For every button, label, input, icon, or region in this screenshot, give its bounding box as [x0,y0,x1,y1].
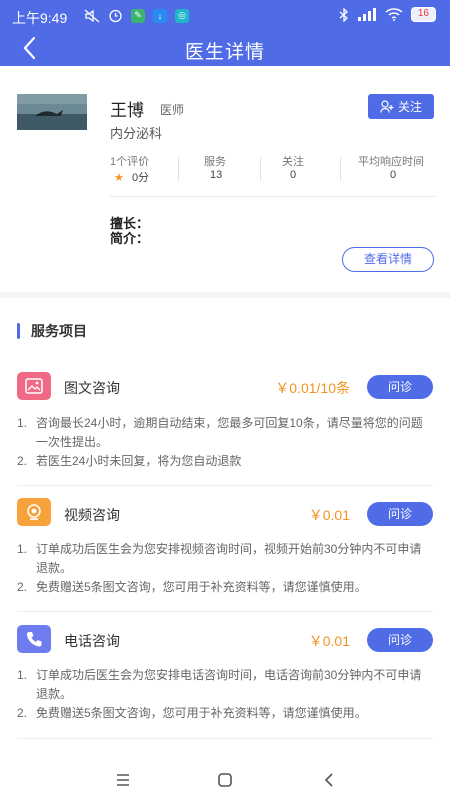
doctor-title: 医师 [160,103,185,117]
back-nav-icon[interactable] [318,768,342,792]
note-index: 1. [17,542,28,556]
section-title-text: 服务项目 [31,323,87,339]
note-text: 订单成功后医生会为您安排视频咨询时间，视频开始前30分钟内不可申请退款。 [36,542,422,575]
note-text: 免费赠送5条图文咨询，您可用于补充资料等，请您谨慎使用。 [36,580,367,594]
note-text: 咨询最长24小时，逾期自动结束，您最多可回复10条，请尽量将您的问题一次性提出。 [36,416,423,449]
top-bar: 上午9:49 ✎ ↓ ◎ 16 医生详情 [0,0,450,66]
follow-label: 关注 [397,100,422,114]
section-title: 服务项目 [17,323,87,339]
bluetooth-icon [339,7,348,22]
app-notification-icon: ✎ [131,8,145,23]
stat-label: 1个评价 [110,156,150,168]
stat-value: 13 [210,169,223,181]
service-notes: 1. 咨询最长24小时，逾期自动结束，您最多可回复10条，请尽量将您的问题一次性提… [17,414,432,471]
follow-button[interactable]: 关注 [368,94,434,119]
status-notification-icons: ✎ ↓ ◎ [84,8,189,23]
doctor-stats: 1个评价 ★ 0分 服务 13 关注 0 平均响应时间 0 [110,153,435,193]
service-notes: 1. 订单成功后医生会为您安排视频咨询时间，视频开始前30分钟内不可申请退款。 2… [17,540,432,597]
image-text-icon [17,372,51,400]
note-item: 1. 咨询最长24小时，逾期自动结束，您最多可回复10条，请尽量将您的问题一次性提… [17,414,432,452]
service-divider [17,485,433,486]
doctor-avatar [17,94,87,130]
note-index: 2. [17,706,28,720]
consult-button[interactable]: 问诊 [367,375,433,399]
wifi-icon [385,8,403,21]
stat-value: 0 [390,169,397,181]
doctor-name: 王博 [110,101,144,120]
stat-label: 平均响应时间 [358,156,424,168]
status-bar: 上午9:49 ✎ ↓ ◎ 16 [0,0,450,30]
message-notification-icon: ◎ [175,8,189,23]
note-item: 1. 订单成功后医生会为您安排电话咨询时间，电话咨询前30分钟内不可申请退款。 [17,666,432,704]
mute-icon [84,9,100,22]
intro-label: 简介： [110,231,150,246]
note-index: 1. [17,416,28,430]
service-price: ￥0.01 [308,633,350,649]
note-index: 2. [17,454,28,468]
status-time: 上午9:49 [12,10,68,26]
note-item: 2. 若医生24小时未回复，将为您自动退款 [17,452,432,471]
add-person-icon [380,100,394,113]
service-price: ￥0.01/10条 [275,380,350,396]
stat-rating-value: ★ 0分 [114,169,149,185]
doctor-profile-card: 王博 医师 内分泌科 关注 1个评价 ★ 0分 服务 13 关注 0 平均响应时… [0,66,450,292]
view-details-button[interactable]: 查看详情 [342,247,434,272]
note-text: 若医生24小时未回复，将为您自动退款 [36,454,242,468]
note-item: 2. 免费赠送5条图文咨询，您可用于补充资料等，请您谨慎使用。 [17,704,432,723]
service-name: 视频咨询 [64,507,120,523]
service-divider [17,611,433,612]
stat-divider [340,157,341,181]
nav-bar: 医生详情 [0,30,450,66]
note-index: 1. [17,668,28,682]
service-panel: 服务项目 图文咨询 ￥0.01/10条 问诊 1. 咨询最长24小时，逾期自动结束… [0,298,450,760]
stat-value: 0分 [131,172,150,184]
stat-divider [260,157,261,181]
note-index: 2. [17,580,28,594]
consult-button[interactable]: 问诊 [367,628,433,652]
page-title: 医生详情 [184,42,265,63]
system-navigation-bar [0,760,450,800]
video-camera-icon [17,498,51,526]
download-notification-icon: ↓ [153,8,167,23]
note-item: 2. 免费赠送5条图文咨询，您可用于补充资料等，请您谨慎使用。 [17,578,432,597]
note-text: 免费赠送5条图文咨询，您可用于补充资料等，请您谨慎使用。 [36,706,367,720]
service-divider [17,738,433,739]
stat-divider [178,157,179,181]
doctor-department: 内分泌科 [110,126,163,141]
signal-icon [357,8,376,21]
note-item: 1. 订单成功后医生会为您安排视频咨询时间，视频开始前30分钟内不可申请退款。 [17,540,432,578]
stat-value: 0 [290,169,297,181]
service-price: ￥0.01 [308,507,350,523]
section-accent-bar [17,323,20,339]
service-name: 图文咨询 [64,380,120,396]
battery-icon: 16 [410,7,436,22]
menu-icon[interactable] [111,768,135,792]
stat-label: 关注 [282,156,304,168]
consult-button[interactable]: 问诊 [367,502,433,526]
status-system-icons: 16 [339,7,436,22]
service-name: 电话咨询 [64,633,120,649]
phone-icon [17,625,51,653]
service-notes: 1. 订单成功后医生会为您安排电话咨询时间，电话咨询前30分钟内不可申请退款。 2… [17,666,432,723]
divider [110,196,435,197]
alarm-icon [109,9,122,23]
note-text: 订单成功后医生会为您安排电话咨询时间，电话咨询前30分钟内不可申请退款。 [36,668,422,701]
home-icon[interactable] [213,768,237,792]
star-icon: ★ [114,172,124,184]
stat-label: 服务 [204,156,226,168]
